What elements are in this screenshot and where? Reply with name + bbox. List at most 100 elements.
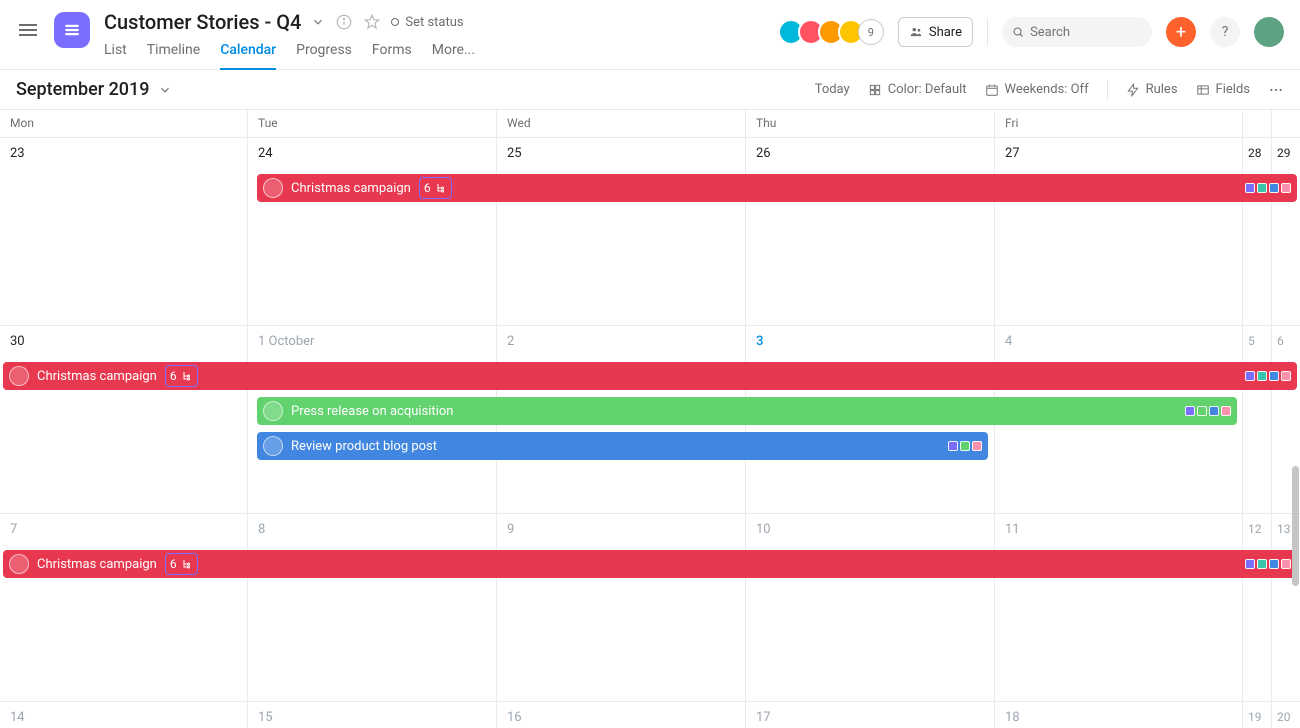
tab-list[interactable]: List [104,42,127,70]
subtask-badge: 6 [165,553,198,575]
more-actions[interactable] [1268,82,1284,98]
day-cell[interactable]: 7 [0,514,248,537]
status-dot-icon [391,18,399,26]
day-cell[interactable]: 23 [0,138,248,161]
search-icon [1012,25,1024,39]
fields-button[interactable]: Fields [1196,82,1250,97]
assignee-avatar [263,401,283,421]
day-cell[interactable]: 17 [746,702,995,725]
day-cell[interactable]: 14 [0,702,248,725]
weekday-wed: Wed [497,110,746,137]
assignee-avatar [9,366,29,386]
day-cell[interactable]: 24 [248,138,497,161]
day-cell[interactable]: 28 [1243,138,1272,161]
share-button[interactable]: Share [898,17,973,47]
day-cell[interactable]: 10 [746,514,995,537]
day-cell[interactable]: 6 [1272,326,1300,349]
scrollbar-thumb[interactable] [1292,466,1299,586]
day-cell[interactable]: 12 [1243,514,1272,537]
event-press-release[interactable]: Press release on acquisition [257,397,1237,425]
view-tabs: List Timeline Calendar Progress Forms Mo… [104,42,475,70]
menu-icon[interactable] [16,18,40,42]
project-tags [948,441,982,451]
search-box[interactable] [1002,17,1152,47]
weekends-toggle[interactable]: Weekends: Off [985,82,1089,97]
subtask-icon [435,182,447,194]
event-christmas[interactable]: Christmas campaign 6 [3,362,1297,390]
weekday-sat [1243,110,1272,137]
color-icon [868,83,882,97]
day-cell[interactable]: 18 [995,702,1243,725]
event-title: Christmas campaign [291,181,411,196]
tab-forms[interactable]: Forms [372,42,412,70]
event-review-blog[interactable]: Review product blog post [257,432,988,460]
topbar: Customer Stories - Q4 Set status List Ti… [0,0,1300,70]
day-cell[interactable]: 27 [995,138,1243,161]
week-row: 14 15 16 17 18 19 20 [0,702,1300,728]
event-christmas[interactable]: Christmas campaign 6 [257,174,1297,202]
day-cell[interactable]: 25 [497,138,746,161]
people-icon [909,25,923,39]
today-button[interactable]: Today [815,82,850,97]
day-cell[interactable]: 4 [995,326,1243,349]
assignee-avatar [9,554,29,574]
day-cell[interactable]: 30 [0,326,248,349]
info-icon[interactable] [335,13,353,31]
user-avatar[interactable] [1254,17,1284,47]
set-status[interactable]: Set status [391,15,463,30]
weekday-header: Mon Tue Wed Thu Fri [0,110,1300,138]
tab-more[interactable]: More... [432,42,475,70]
fields-icon [1196,83,1210,97]
weekday-tue: Tue [248,110,497,137]
calendar-icon [985,83,999,97]
topbar-left: Customer Stories - Q4 Set status List Ti… [16,8,475,70]
weekday-thu: Thu [746,110,995,137]
help-button[interactable]: ? [1210,17,1240,47]
tab-calendar[interactable]: Calendar [220,42,276,70]
day-cell[interactable]: 9 [497,514,746,537]
rules-button[interactable]: Rules [1126,82,1178,97]
divider [987,18,988,46]
calendar-toolbar: September 2019 Today Color: Default Week… [0,70,1300,110]
assignee-avatar [263,436,283,456]
day-cell-today[interactable]: 3 [746,326,995,349]
subtask-icon [181,370,193,382]
event-title: Review product blog post [291,439,437,454]
fields-label: Fields [1216,82,1250,97]
day-cell[interactable]: 29 [1272,138,1300,161]
chevron-down-icon[interactable] [311,15,325,29]
search-input[interactable] [1030,25,1142,40]
tab-timeline[interactable]: Timeline [147,42,200,70]
member-avatars[interactable]: 9 [784,19,884,45]
day-cell[interactable]: 20 [1272,702,1300,725]
event-christmas[interactable]: Christmas campaign 6 [3,550,1297,578]
divider [1107,80,1108,100]
day-cell[interactable]: 8 [248,514,497,537]
project-title[interactable]: Customer Stories - Q4 [104,10,301,34]
chevron-down-icon [158,83,172,97]
tab-progress[interactable]: Progress [296,42,352,70]
day-cell[interactable]: 2 [497,326,746,349]
project-icon[interactable] [54,12,90,48]
star-icon[interactable] [363,13,381,31]
day-cell[interactable]: 16 [497,702,746,725]
add-button[interactable]: + [1166,17,1196,47]
month-picker[interactable]: September 2019 [16,79,172,100]
weekends-label: Weekends: Off [1005,82,1089,97]
subtask-icon [181,558,193,570]
day-cell[interactable]: 19 [1243,702,1272,725]
assignee-avatar [263,178,283,198]
month-label: September 2019 [16,79,150,100]
day-cell[interactable]: 15 [248,702,497,725]
subtask-count: 6 [170,369,177,383]
day-cell[interactable]: 5 [1243,326,1272,349]
topbar-right: 9 Share + ? [784,14,1284,50]
project-tags [1245,183,1291,193]
color-filter[interactable]: Color: Default [868,82,967,97]
avatar-overflow[interactable]: 9 [858,19,884,45]
day-cell[interactable]: 26 [746,138,995,161]
project-tags [1245,371,1291,381]
day-cell[interactable]: 11 [995,514,1243,537]
subtask-count: 6 [170,557,177,571]
day-cell[interactable]: 1 October [248,326,497,349]
